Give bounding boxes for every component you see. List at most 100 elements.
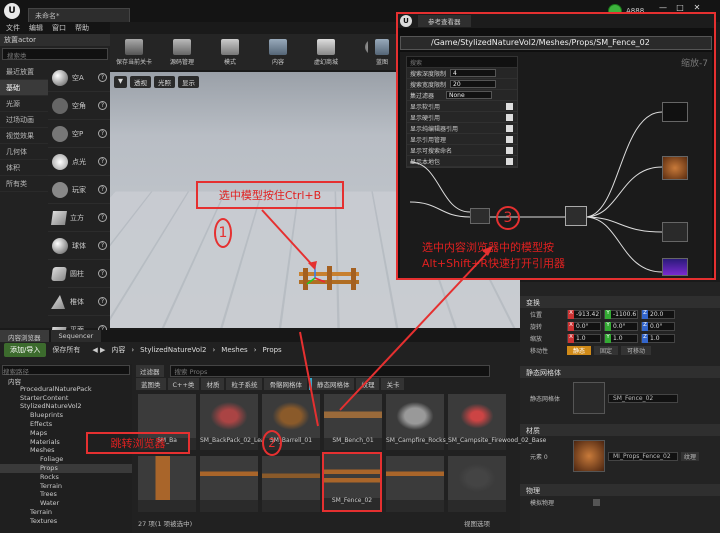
rotation-x[interactable]: X 0.0°	[567, 321, 601, 331]
lit-button[interactable]: 光照	[154, 76, 175, 88]
actor-item[interactable]: 椎体?	[48, 288, 110, 316]
actor-item[interactable]: 球体?	[48, 232, 110, 260]
actor-item[interactable]: 玩家?	[48, 176, 110, 204]
save-all-button[interactable]: 保存所有	[52, 345, 80, 355]
asset-tile[interactable]	[448, 456, 506, 512]
marketplace-button[interactable]: 虚幻商城	[302, 34, 350, 70]
modes-button[interactable]: 模式	[206, 34, 254, 70]
help-icon[interactable]: ?	[98, 241, 107, 250]
tree-item[interactable]: Water	[0, 499, 132, 508]
mesh-select[interactable]: SM_Fence_02	[608, 393, 678, 403]
material-texture-button[interactable]: 纹理	[681, 451, 700, 461]
nav-arrows-icon[interactable]: ◀ ▶	[92, 346, 105, 354]
rotation-y[interactable]: Y 0.0°	[604, 321, 638, 331]
tree-item-selected[interactable]: Props	[0, 463, 132, 473]
ref-node-selected[interactable]	[565, 206, 587, 226]
asset-tile[interactable]	[262, 456, 320, 512]
mesh-thumbnail[interactable]	[573, 382, 605, 414]
ref-node[interactable]	[662, 222, 688, 242]
asset-tile[interactable]	[138, 456, 196, 512]
tree-item[interactable]: Terrain	[0, 482, 132, 491]
transform-header[interactable]: 变换	[520, 296, 720, 308]
location-x[interactable]: X -913.42	[567, 309, 601, 319]
asset-path-field[interactable]: /Game/StylizedNatureVol2/Meshes/Props/SM…	[400, 36, 712, 50]
asset-tile[interactable]	[200, 456, 258, 512]
physics-header[interactable]: 物理	[520, 484, 720, 496]
tree-item[interactable]: Blueprints	[0, 411, 132, 420]
tree-item[interactable]: Textures	[0, 517, 132, 526]
breadcrumb-meshes[interactable]: Meshes	[221, 346, 247, 354]
filter-blueprint[interactable]: 蓝图类	[136, 378, 166, 390]
ref-node[interactable]	[470, 208, 490, 224]
tree-item[interactable]: StarterContent	[0, 394, 132, 403]
tree-item[interactable]: Foliage	[0, 455, 132, 464]
help-icon[interactable]: ?	[98, 73, 107, 82]
breadcrumb-props[interactable]: Props	[263, 346, 282, 354]
filter-cpp[interactable]: C++类	[167, 378, 200, 390]
location-z[interactable]: Z 20.0	[641, 309, 675, 319]
checkbox[interactable]	[593, 498, 600, 506]
help-icon[interactable]: ?	[98, 157, 107, 166]
place-search-input[interactable]: 搜索类	[2, 48, 108, 60]
ref-node[interactable]	[662, 258, 688, 276]
asset-tile-selected[interactable]: SM_Fence_02	[322, 452, 382, 512]
help-icon[interactable]: ?	[98, 269, 107, 278]
tree-item[interactable]: ProceduralNaturePack	[0, 385, 132, 394]
mobility-stationary[interactable]: 固定	[594, 345, 619, 355]
ref-viewer-tab[interactable]: 参考查看器	[418, 15, 471, 27]
asset-tile[interactable]: SM_BackPack_02_Leather	[200, 394, 277, 450]
tree-item[interactable]: Terrain	[0, 508, 132, 517]
tree-item[interactable]: 内容	[0, 376, 132, 386]
ref-node[interactable]	[662, 156, 688, 180]
filter-particle[interactable]: 粒子系统	[226, 378, 263, 390]
save-level-button[interactable]: 保存当前关卡	[110, 34, 158, 70]
materials-header[interactable]: 材质	[520, 424, 720, 436]
breadcrumb-pack[interactable]: StylizedNatureVol2	[140, 346, 206, 354]
scale-x[interactable]: X 1.0	[567, 333, 601, 343]
category-all-classes[interactable]: 所有类	[0, 176, 48, 192]
material-select[interactable]: MI_Props_Fence_02	[608, 451, 678, 461]
category-geometry[interactable]: 几何体	[0, 144, 48, 160]
tree-item[interactable]: Trees	[0, 490, 132, 499]
actor-item[interactable]: 空A?	[48, 64, 110, 92]
document-tab[interactable]: 未命名*	[28, 8, 130, 22]
actor-item[interactable]: 立方?	[48, 204, 110, 232]
viewport-menu-button[interactable]: ▼	[114, 76, 127, 88]
tree-item[interactable]: StylizedNatureVol2	[0, 402, 132, 411]
view-options-button[interactable]: 视图选项	[464, 518, 490, 528]
category-cinematic[interactable]: 过场动画	[0, 112, 48, 128]
tree-item[interactable]: Rocks	[0, 473, 132, 482]
asset-tile[interactable]	[386, 456, 444, 512]
mobility-static[interactable]: 静态	[567, 345, 592, 355]
scale-z[interactable]: Z 1.0	[641, 333, 675, 343]
static-mesh-header[interactable]: 静态网格体	[520, 366, 720, 378]
menu-window[interactable]: 窗口	[52, 22, 66, 34]
place-actors-tab[interactable]: 放置actor	[0, 34, 110, 46]
filters-button[interactable]: 过滤器	[136, 365, 164, 377]
category-basic[interactable]: 基础	[0, 80, 48, 96]
category-volumes[interactable]: 体积	[0, 160, 48, 176]
category-recent[interactable]: 最近放置	[0, 64, 48, 80]
tab-content-browser[interactable]: 内容浏览器	[0, 330, 49, 342]
menu-file[interactable]: 文件	[6, 22, 20, 34]
category-lights[interactable]: 光源	[0, 96, 48, 112]
content-button[interactable]: 内容	[254, 34, 302, 70]
help-icon[interactable]: ?	[98, 129, 107, 138]
add-import-button[interactable]: 添加/导入	[4, 343, 47, 357]
tab-sequencer[interactable]: Sequencer	[50, 330, 102, 342]
actor-item[interactable]: 圆柱?	[48, 260, 110, 288]
perspective-button[interactable]: 透视	[130, 76, 151, 88]
help-icon[interactable]: ?	[98, 213, 107, 222]
actor-item[interactable]: 点光?	[48, 148, 110, 176]
help-icon[interactable]: ?	[98, 101, 107, 110]
location-y[interactable]: Y -1100.6	[604, 309, 638, 319]
tree-item[interactable]: Effects	[0, 420, 132, 429]
help-icon[interactable]: ?	[98, 185, 107, 194]
help-icon[interactable]: ?	[98, 297, 107, 306]
show-button[interactable]: 显示	[178, 76, 199, 88]
rotation-z[interactable]: Z 0.0°	[641, 321, 675, 331]
mobility-movable[interactable]: 可移动	[621, 345, 652, 355]
actor-item[interactable]: 空角?	[48, 92, 110, 120]
breadcrumb-content[interactable]: 内容	[111, 345, 125, 355]
ref-node[interactable]	[662, 102, 688, 122]
